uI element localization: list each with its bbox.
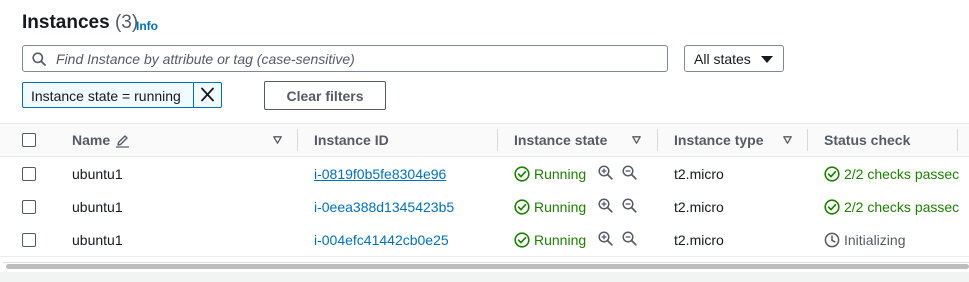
info-link[interactable]: Info xyxy=(136,19,158,33)
sort-caret-icon[interactable] xyxy=(783,136,792,144)
zoom-in-icon[interactable] xyxy=(598,231,613,246)
edit-pencil-icon[interactable] xyxy=(115,134,130,148)
column-header-name[interactable]: Name xyxy=(72,132,110,148)
table-row[interactable]: ubuntu1 i-0819f0b5fe8304e96 Running t2.m… xyxy=(0,157,969,191)
column-divider[interactable] xyxy=(807,129,808,151)
instance-id-link[interactable]: i-0eea388d1345423b5 xyxy=(314,199,454,215)
check-circle-icon xyxy=(514,232,530,248)
caret-down-icon xyxy=(761,56,773,63)
filter-token: Instance state = running xyxy=(22,82,222,108)
check-circle-icon xyxy=(824,166,840,182)
instance-state-label: Running xyxy=(534,232,587,248)
zoom-out-icon[interactable] xyxy=(622,165,637,180)
horizontal-scrollbar-thumb[interactable] xyxy=(6,264,969,269)
search-icon xyxy=(32,52,46,66)
column-divider[interactable] xyxy=(657,129,658,151)
clear-filters-button[interactable]: Clear filters xyxy=(264,81,386,110)
check-circle-icon xyxy=(514,166,530,182)
table-header: Name Instance ID Instance state Instance… xyxy=(0,124,969,157)
table-row[interactable]: ubuntu1 i-0eea388d1345423b5 Running t2.m… xyxy=(0,190,969,224)
filter-token-label: Instance state = running xyxy=(31,88,181,104)
row-checkbox[interactable] xyxy=(22,167,36,181)
page-title-text: Instances xyxy=(22,12,110,33)
row-checkbox[interactable] xyxy=(22,233,36,247)
column-divider[interactable] xyxy=(957,129,958,151)
instance-state-select[interactable]: All states xyxy=(684,45,784,72)
column-header-instance-state[interactable]: Instance state xyxy=(514,132,607,148)
instance-state-label: Running xyxy=(534,199,587,215)
status-check-label: 2/2 checks passec xyxy=(844,199,960,215)
close-icon xyxy=(201,87,214,102)
instance-state-select-value: All states xyxy=(694,51,751,67)
check-circle-icon xyxy=(514,199,530,215)
status-check-label: Initializing xyxy=(844,232,906,248)
instance-count: (3) xyxy=(114,12,139,33)
instance-type: t2.micro xyxy=(674,166,724,182)
instance-name: ubuntu1 xyxy=(72,166,123,182)
column-divider[interactable] xyxy=(497,129,498,151)
column-divider[interactable] xyxy=(297,129,298,151)
check-circle-icon xyxy=(824,199,840,215)
sort-caret-icon[interactable] xyxy=(273,136,282,144)
instance-type: t2.micro xyxy=(674,199,724,215)
instance-state-label: Running xyxy=(534,166,587,182)
remove-filter-button[interactable] xyxy=(194,83,221,107)
instance-name: ubuntu1 xyxy=(72,199,123,215)
search-input[interactable]: Find Instance by attribute or tag (case-… xyxy=(22,45,668,72)
instance-name: ubuntu1 xyxy=(72,232,123,248)
clock-icon xyxy=(824,232,840,248)
table-row[interactable]: ubuntu1 i-004efc41442cb0e25 Running t2.m… xyxy=(0,223,969,257)
page-title: Instances (3) xyxy=(22,12,138,34)
column-header-status-check[interactable]: Status check xyxy=(824,132,910,148)
instance-id-link[interactable]: i-0819f0b5fe8304e96 xyxy=(314,166,446,182)
zoom-in-icon[interactable] xyxy=(598,165,613,180)
instance-id-link[interactable]: i-004efc41442cb0e25 xyxy=(314,232,449,248)
status-check-label: 2/2 checks passec xyxy=(844,166,960,182)
zoom-out-icon[interactable] xyxy=(622,231,637,246)
sort-caret-icon[interactable] xyxy=(632,136,641,144)
row-checkbox[interactable] xyxy=(22,200,36,214)
column-header-instance-type[interactable]: Instance type xyxy=(674,132,763,148)
column-header-instance-id[interactable]: Instance ID xyxy=(314,132,389,148)
zoom-in-icon[interactable] xyxy=(598,198,613,213)
zoom-out-icon[interactable] xyxy=(622,198,637,213)
instance-type: t2.micro xyxy=(674,232,724,248)
search-placeholder: Find Instance by attribute or tag (case-… xyxy=(56,51,355,67)
select-all-checkbox[interactable] xyxy=(22,133,36,147)
table-footer-band xyxy=(0,272,969,282)
